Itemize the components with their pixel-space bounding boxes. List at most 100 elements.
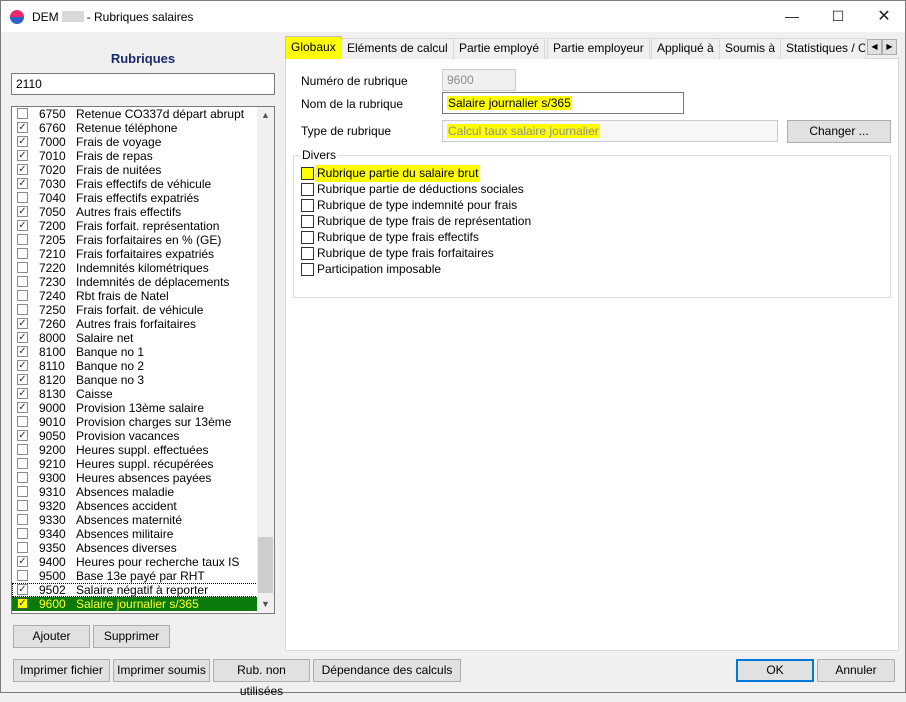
change-type-button[interactable]: Changer ... [787, 120, 891, 143]
tab-statistiques[interactable]: Statistiques / C [780, 38, 866, 59]
item-checkbox[interactable]: ✓ [17, 556, 28, 567]
item-checkbox[interactable]: ✓ [17, 206, 28, 217]
list-item[interactable]: ✓ 7260 Autres frais forfaitaires [12, 317, 258, 331]
item-checkbox[interactable]: ✓ [17, 598, 28, 609]
checkbox-icon[interactable] [301, 247, 314, 260]
list-item[interactable]: ✓ 9400 Heures pour recherche taux IS [12, 555, 258, 569]
add-button[interactable]: Ajouter [13, 625, 90, 648]
item-checkbox[interactable] [17, 500, 28, 511]
list-item[interactable]: 7220 Indemnités kilométriques [12, 261, 258, 275]
list-item[interactable]: ✓ 8130 Caisse [12, 387, 258, 401]
tab-elements-calcul[interactable]: Eléments de calcul [341, 38, 454, 59]
tab-partie-employeur[interactable]: Partie employeur [547, 38, 650, 59]
item-checkbox[interactable]: ✓ [17, 584, 28, 595]
list-item[interactable]: ✓ 7050 Autres frais effectifs [12, 205, 258, 219]
item-checkbox[interactable] [17, 570, 28, 581]
item-checkbox[interactable]: ✓ [17, 164, 28, 175]
list-item[interactable]: ✓ 8120 Banque no 3 [12, 373, 258, 387]
item-checkbox[interactable] [17, 444, 28, 455]
tab-globaux[interactable]: Globaux [285, 36, 342, 59]
name-field[interactable]: Salaire journalier s/365 [442, 92, 684, 114]
list-item[interactable]: ✓ 6760 Retenue téléphone [12, 121, 258, 135]
item-checkbox[interactable] [17, 514, 28, 525]
list-item[interactable]: 9500 Base 13e payé par RHT [12, 569, 258, 583]
item-checkbox[interactable]: ✓ [17, 332, 28, 343]
item-checkbox[interactable]: ✓ [17, 178, 28, 189]
item-checkbox[interactable]: ✓ [17, 346, 28, 357]
item-checkbox[interactable]: ✓ [17, 122, 28, 133]
item-checkbox[interactable] [17, 276, 28, 287]
close-button[interactable]: ✕ [861, 1, 906, 32]
rubriques-list[interactable]: 6750 Retenue CO337d départ abrupt ✓ 6760 Ret… [11, 106, 275, 614]
list-item[interactable]: ✓ 7200 Frais forfait. représentation [12, 219, 258, 233]
item-checkbox[interactable]: ✓ [17, 374, 28, 385]
list-item[interactable]: 9320 Absences accident [12, 499, 258, 513]
list-item[interactable]: 7240 Rbt frais de Natel [12, 289, 258, 303]
ok-button[interactable]: OK [736, 659, 814, 682]
item-checkbox[interactable] [17, 248, 28, 259]
item-checkbox[interactable] [17, 458, 28, 469]
list-item[interactable]: 9200 Heures suppl. effectuées [12, 443, 258, 457]
print-submitted-button[interactable]: Imprimer soumis [113, 659, 210, 682]
tab-soumis-a[interactable]: Soumis à [719, 38, 782, 59]
item-checkbox[interactable] [17, 486, 28, 497]
item-checkbox[interactable]: ✓ [17, 388, 28, 399]
item-checkbox[interactable]: ✓ [17, 318, 28, 329]
list-item[interactable]: 7210 Frais forfaitaires expatriés [12, 247, 258, 261]
checkbox-icon[interactable] [301, 231, 314, 244]
item-checkbox[interactable] [17, 304, 28, 315]
print-file-button[interactable]: Imprimer fichier [13, 659, 110, 682]
item-checkbox[interactable]: ✓ [17, 430, 28, 441]
list-item[interactable]: ✓ 7010 Frais de repas [12, 149, 258, 163]
list-item-selected[interactable]: ✓ 9600 Salaire journalier s/365 [12, 597, 258, 611]
list-item[interactable]: 7230 Indemnités de déplacements [12, 275, 258, 289]
item-checkbox[interactable]: ✓ [17, 402, 28, 413]
list-item[interactable]: ✓ 9000 Provision 13ème salaire [12, 401, 258, 415]
list-item[interactable]: ✓ 7020 Frais de nuitées [12, 163, 258, 177]
scroll-down-arrow-icon[interactable]: ▼ [257, 596, 274, 613]
scroll-up-arrow-icon[interactable]: ▲ [257, 107, 274, 124]
list-item[interactable]: 9310 Absences maladie [12, 485, 258, 499]
tab-applique-a[interactable]: Appliqué à [651, 38, 720, 59]
item-checkbox[interactable]: ✓ [17, 220, 28, 231]
item-checkbox[interactable]: ✓ [17, 150, 28, 161]
list-item[interactable]: 7205 Frais forfaitaires en % (GE) [12, 233, 258, 247]
checkbox-icon[interactable] [301, 167, 314, 180]
list-item[interactable]: 9330 Absences maternité [12, 513, 258, 527]
dependencies-button[interactable]: Dépendance des calculs [313, 659, 461, 682]
item-checkbox[interactable]: ✓ [17, 136, 28, 147]
checkbox-icon[interactable] [301, 199, 314, 212]
checkbox-icon[interactable] [301, 215, 314, 228]
tab-scroll-right-icon[interactable]: ▶ [882, 39, 897, 55]
list-item[interactable]: 9210 Heures suppl. récupérées [12, 457, 258, 471]
item-checkbox[interactable] [17, 472, 28, 483]
list-item[interactable]: ✓ 9050 Provision vacances [12, 429, 258, 443]
list-item[interactable]: 6750 Retenue CO337d départ abrupt [12, 107, 258, 121]
checkbox-icon[interactable] [301, 183, 314, 196]
rubrique-search-input[interactable]: 2110 [11, 73, 275, 95]
list-item[interactable]: ✓ 8000 Salaire net [12, 331, 258, 345]
item-checkbox[interactable] [17, 192, 28, 203]
item-checkbox[interactable]: ✓ [17, 360, 28, 371]
item-checkbox[interactable] [17, 542, 28, 553]
delete-button[interactable]: Supprimer [93, 625, 170, 648]
item-checkbox[interactable] [17, 416, 28, 427]
list-item[interactable]: ✓ 7030 Frais effectifs de véhicule [12, 177, 258, 191]
checkbox-icon[interactable] [301, 263, 314, 276]
item-checkbox[interactable] [17, 234, 28, 245]
list-item[interactable]: 7040 Frais effectifs expatriés [12, 191, 258, 205]
scroll-thumb[interactable] [258, 537, 273, 593]
maximize-button[interactable]: ☐ [815, 1, 861, 32]
list-item[interactable]: 7250 Frais forfait. de véhicule [12, 303, 258, 317]
tab-scroll-left-icon[interactable]: ◀ [867, 39, 882, 55]
cancel-button[interactable]: Annuler [817, 659, 895, 682]
list-item[interactable]: 9300 Heures absences payées [12, 471, 258, 485]
item-checkbox[interactable] [17, 108, 28, 119]
list-item[interactable]: ✓ 9502 Salaire négatif à reporter [12, 583, 258, 597]
list-item[interactable]: ✓ 8100 Banque no 1 [12, 345, 258, 359]
list-item[interactable]: ✓ 8110 Banque no 2 [12, 359, 258, 373]
list-item[interactable]: ✓ 7000 Frais de voyage [12, 135, 258, 149]
list-item[interactable]: 9350 Absences diverses [12, 541, 258, 555]
list-scrollbar[interactable]: ▲ ▼ [257, 107, 274, 613]
minimize-button[interactable]: — [769, 1, 815, 32]
